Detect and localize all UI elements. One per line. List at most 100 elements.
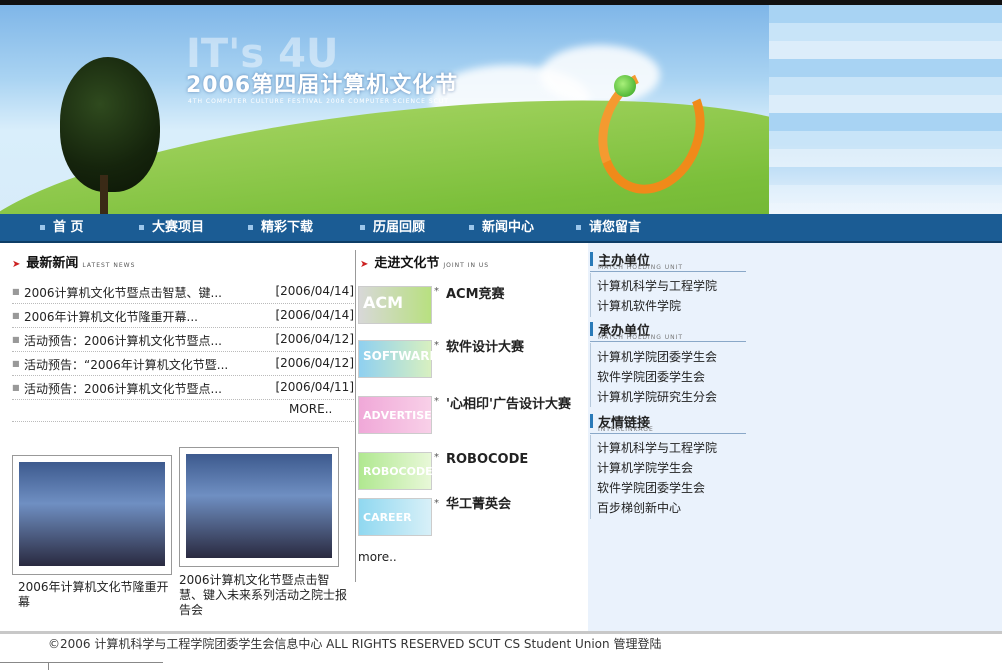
activity-advertise[interactable]: '心相印'广告设计大赛	[446, 397, 576, 413]
activity-acm[interactable]: ACM竞赛	[446, 287, 505, 303]
news-item-date: [2006/04/14]	[275, 308, 354, 322]
bullet-icon	[40, 225, 45, 230]
nav-guestbook[interactable]: 请您留言	[576, 214, 641, 241]
bullet-icon: ■	[12, 383, 20, 392]
nav-label: 首 页	[53, 220, 84, 235]
news-item-date: [2006/04/12]	[275, 332, 354, 346]
section-bar-icon	[590, 252, 593, 266]
news-item-title[interactable]: 2006计算机文化节暨点击智慧、键...	[24, 284, 222, 301]
thumb-text: SOFTWARE	[363, 349, 438, 363]
thumb-text: CAREER	[363, 511, 412, 524]
banner-title: 2006第四届计算机文化节	[186, 73, 459, 98]
nav-label: 新闻中心	[482, 220, 535, 235]
thumb-text: ROBOCODE	[363, 465, 433, 478]
star-icon: *	[434, 452, 439, 463]
nav-label: 请您留言	[589, 220, 642, 235]
news-item[interactable]: ■ 2006计算机文化节暨点击智慧、键... [2006/04/14]	[12, 280, 354, 304]
festival-section-title: ➤ 走进文化节 JOINT IN US	[360, 252, 489, 271]
organizer-link[interactable]: 计算机学院研究生分会	[597, 388, 717, 405]
header-banner: IT's 4U 2006第四届计算机文化节 4TH COMPUTER CULTU…	[0, 5, 769, 214]
organizer-link[interactable]: 计算机学院团委学生会	[597, 348, 717, 365]
tree-icon	[60, 57, 160, 192]
festival-title: 走进文化节	[374, 256, 440, 271]
advertise-thumb[interactable]: ADVERTISE	[358, 396, 432, 434]
organizer-section-head: 承办单位 MATCH HOLDING UNIT	[590, 322, 746, 342]
friend-link[interactable]: 计算机科学与工程学院	[597, 439, 717, 456]
bullet-icon	[248, 225, 253, 230]
news-item-title[interactable]: 活动预告：2006计算机文化节暨点...	[24, 332, 222, 349]
footer: ©2006 计算机科学与工程学院团委学生会信息中心 ALL RIGHTS RES…	[48, 635, 661, 652]
news-item[interactable]: ■ 活动预告：2006计算机文化节暨点... [2006/04/12]	[12, 328, 354, 352]
bullet-icon	[139, 225, 144, 230]
column-divider	[355, 250, 356, 582]
news-title: 最新新闻	[26, 256, 79, 271]
news-item[interactable]: ■ 活动预告：2006计算机文化节暨点... [2006/04/11]	[12, 376, 354, 400]
star-icon: *	[434, 340, 439, 351]
tree-trunk	[100, 175, 108, 214]
bullet-icon	[469, 225, 474, 230]
photo-lecture[interactable]	[179, 447, 339, 567]
festival-title-en: JOINT IN US	[443, 262, 490, 269]
activity-robocode[interactable]: ROBOCODE	[446, 452, 528, 468]
star-icon: *	[434, 286, 439, 297]
nav-history[interactable]: 历届回顾	[360, 214, 425, 241]
host-title-en: MATCH HOLDING UNIT	[598, 264, 684, 271]
section-bar-icon	[590, 414, 593, 428]
bullet-icon	[360, 225, 365, 230]
news-title-en: LATEST NEWS	[82, 262, 136, 269]
acm-thumb[interactable]: ACM	[358, 286, 432, 324]
photo-caption[interactable]: 2006年计算机文化节隆重开幕	[18, 580, 173, 610]
star-icon: *	[434, 396, 439, 407]
host-link[interactable]: 计算机软件学院	[597, 297, 681, 314]
arrow-icon: ➤	[12, 259, 21, 270]
organizer-title-en: MATCH HOLDING UNIT	[598, 334, 684, 341]
logo-ball-icon	[614, 75, 636, 97]
nav-label: 历届回顾	[373, 220, 426, 235]
host-link[interactable]: 计算机科学与工程学院	[597, 277, 717, 294]
friends-section-head: 友情链接 INTERLINKAGE	[590, 414, 746, 434]
footer-divider	[0, 631, 1002, 634]
activity-software[interactable]: 软件设计大赛	[446, 340, 524, 356]
section-bar-icon	[590, 322, 593, 336]
main-nav: 首 页 大赛项目 精彩下载 历届回顾 新闻中心 请您留言	[0, 214, 1002, 243]
activity-career[interactable]: 华工菁英会	[446, 497, 511, 513]
nav-label: 大赛项目	[152, 220, 205, 235]
software-thumb[interactable]: SOFTWARE	[358, 340, 438, 378]
footer-copyright: ©2006 计算机科学与工程学院团委学生会信息中心 ALL RIGHTS RES…	[48, 637, 610, 651]
robocode-thumb[interactable]: ROBOCODE	[358, 452, 433, 490]
banner-side-sky	[769, 5, 1002, 214]
nav-downloads[interactable]: 精彩下载	[248, 214, 313, 241]
star-icon: *	[434, 498, 439, 509]
news-item-date: [2006/04/14]	[275, 284, 354, 298]
nav-home[interactable]: 首 页	[40, 214, 84, 241]
photo-image	[186, 454, 332, 558]
arrow-icon: ➤	[360, 259, 369, 270]
news-item-date: [2006/04/12]	[275, 356, 354, 370]
news-item-date: [2006/04/11]	[275, 380, 354, 394]
bullet-icon: ■	[12, 311, 20, 320]
news-item-title[interactable]: 活动预告：“2006年计算机文化节暨...	[24, 356, 228, 373]
bullet-icon: ■	[12, 287, 20, 296]
news-item[interactable]: ■ 活动预告：“2006年计算机文化节暨... [2006/04/12]	[12, 352, 354, 376]
bullet-icon: ■	[12, 359, 20, 368]
admin-login-link[interactable]: 管理登陆	[613, 637, 661, 651]
friend-link[interactable]: 软件学院团委学生会	[597, 479, 705, 496]
nav-competitions[interactable]: 大赛项目	[139, 214, 204, 241]
news-item-title[interactable]: 2006年计算机文化节隆重开幕...	[24, 308, 198, 325]
thumb-text: ACM	[363, 293, 404, 312]
organizer-link[interactable]: 软件学院团委学生会	[597, 368, 705, 385]
news-item[interactable]: ■ 2006年计算机文化节隆重开幕... [2006/04/14]	[12, 304, 354, 328]
bullet-icon	[576, 225, 581, 230]
news-section-title: ➤ 最新新闻 LATEST NEWS	[12, 252, 135, 271]
career-thumb[interactable]: CAREER	[358, 498, 432, 536]
nav-news[interactable]: 新闻中心	[469, 214, 534, 241]
friend-link[interactable]: 计算机学院学生会	[597, 459, 693, 476]
news-item-title[interactable]: 活动预告：2006计算机文化节暨点...	[24, 380, 222, 397]
photo-caption[interactable]: 2006计算机文化节暨点击智慧、键入未来系列活动之院士报告会	[179, 573, 349, 618]
friend-link[interactable]: 百步梯创新中心	[597, 499, 681, 516]
festival-more-link[interactable]: more..	[358, 550, 397, 564]
photo-opening[interactable]	[12, 455, 172, 575]
news-more-link[interactable]: MORE..	[289, 402, 332, 416]
friends-title-en: INTERLINKAGE	[598, 426, 654, 433]
banner-subtitle: 4TH COMPUTER CULTURE FESTIVAL 2006 COMPU…	[188, 98, 449, 105]
